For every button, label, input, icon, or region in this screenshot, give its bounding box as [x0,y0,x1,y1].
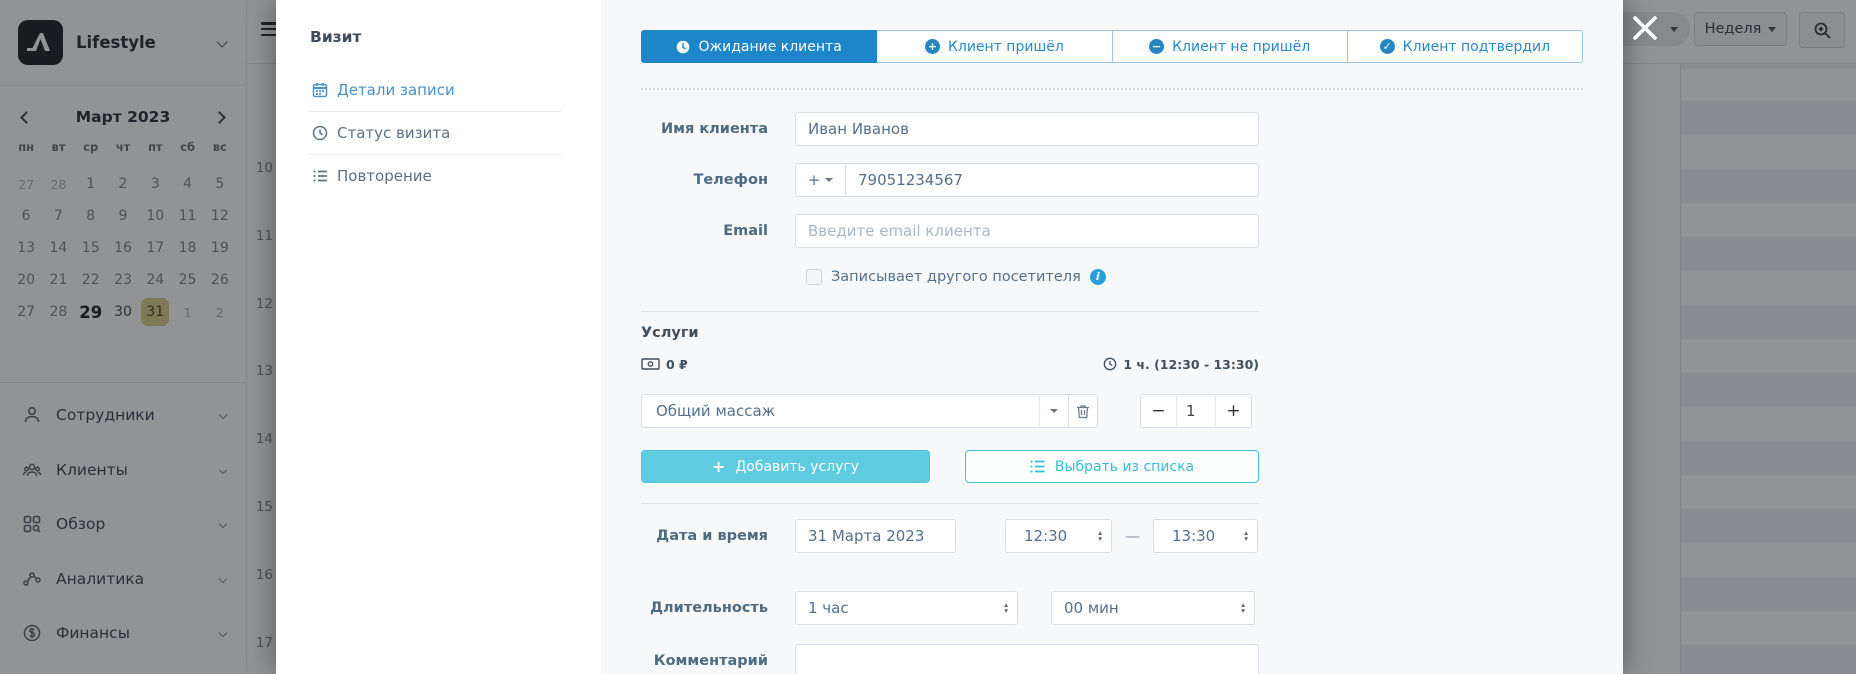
phone-prefix-select[interactable]: + [796,164,846,196]
plus-icon: + [712,457,725,476]
pick-from-list-button[interactable]: Выбрать из списка [965,450,1259,483]
spinner-arrows-icon: ▴▾ [1244,530,1248,542]
client-name-label: Имя клиента [641,121,768,137]
spinner-arrows-icon: ▴▾ [1241,602,1245,614]
close-icon [1628,11,1662,45]
tab-label: Клиент не пришёл [1172,39,1310,55]
services-time-summary: 1 ч. (12:30 - 13:30) [1103,357,1259,372]
add-service-button[interactable]: + Добавить услугу [641,450,930,483]
datetime-label: Дата и время [641,528,768,544]
plus-circle-icon: + [925,39,940,54]
divider [641,311,1259,312]
banknote-icon [641,358,660,370]
comment-label: Комментарий [641,653,768,669]
duration-hours-value: 1 час [808,599,849,617]
tab-arrived[interactable]: + Клиент пришёл [877,30,1112,63]
comment-textarea[interactable] [795,644,1259,674]
phone-prefix-label: + [808,171,821,189]
service-select[interactable]: Общий массаж [642,395,1039,427]
tab-label: Клиент пришёл [948,39,1064,55]
chevron-down-icon [825,178,833,182]
spinner-arrows-icon: ▴▾ [1098,530,1102,542]
service-select-arrow[interactable] [1039,395,1068,427]
services-heading: Услуги [641,325,1583,345]
list-icon [1030,460,1045,473]
visit-modal: Визит Детали записи Статус визита Повтор… [276,0,1623,674]
phone-label: Телефон [641,172,768,188]
quantity-stepper: − + [1140,394,1252,428]
email-label: Email [641,223,768,239]
duration-hours-select[interactable]: 1 час ▴▾ [795,591,1018,625]
add-service-label: Добавить услугу [735,459,859,475]
pick-from-list-label: Выбрать из списка [1055,459,1194,475]
quantity-decrease-button[interactable]: − [1141,395,1177,427]
phone-input-group: + [795,163,1259,197]
email-input[interactable] [795,214,1259,248]
quantity-input[interactable] [1177,395,1215,427]
nav-item-label: Детали записи [337,81,455,99]
info-icon[interactable]: i [1090,269,1106,285]
visit-status-tabs: Ожидание клиента + Клиент пришёл − Клиен… [641,30,1583,63]
minus-circle-icon: − [1149,39,1164,54]
spinner-arrows-icon: ▴▾ [1004,602,1008,614]
close-modal-button[interactable] [1628,11,1662,45]
list-icon [312,168,328,184]
tab-label: Ожидание клиента [698,39,841,55]
phone-input[interactable] [846,164,1258,196]
delete-service-button[interactable] [1068,395,1097,427]
client-name-input[interactable] [795,112,1259,146]
duration-label: Длительность [641,600,768,616]
app-screen: Lifestyle Март 2023 пнвтсрчтптсбвс 27281… [0,0,1856,674]
visit-nav-panel: Визит Детали записи Статус визита Повтор… [276,0,601,674]
nav-item-record-details[interactable]: Детали записи [276,69,601,111]
quantity-increase-button[interactable]: + [1215,395,1251,427]
check-circle-icon: ✓ [1380,39,1395,54]
other-visitor-label: Записывает другого посетителя [831,269,1081,285]
dotted-divider [641,88,1583,90]
end-time-value: 13:30 [1172,527,1215,545]
start-time-value: 12:30 [1024,527,1067,545]
clock-icon [1103,357,1117,371]
divider [641,503,1259,504]
tab-no-show[interactable]: − Клиент не пришёл [1113,30,1348,63]
clock-icon [312,125,328,141]
end-time-select[interactable]: 13:30 ▴▾ [1153,519,1258,553]
time-range-dash: — [1112,527,1153,545]
duration-minutes-select[interactable]: 00 мин ▴▾ [1051,591,1255,625]
calendar-icon [312,82,328,98]
tab-confirmed[interactable]: ✓ Клиент подтвердил [1348,30,1583,63]
start-time-select[interactable]: 12:30 ▴▾ [1005,519,1112,553]
trash-icon [1076,404,1090,419]
tab-label: Клиент подтвердил [1403,39,1550,55]
nav-item-repeat[interactable]: Повторение [276,155,601,197]
date-input[interactable] [795,519,956,553]
chevron-down-icon [1050,409,1058,413]
record-details-form: Ожидание клиента + Клиент пришёл − Клиен… [601,0,1623,674]
tab-waiting[interactable]: Ожидание клиента [641,30,877,63]
service-select-group: Общий массаж [641,394,1098,428]
modal-title: Визит [310,28,601,46]
nav-item-label: Статус визита [337,124,450,142]
nav-item-label: Повторение [337,167,432,185]
services-total-price: 0 ₽ [641,357,688,372]
other-visitor-checkbox[interactable] [806,269,822,285]
duration-minutes-value: 00 мин [1064,599,1119,617]
nav-item-visit-status[interactable]: Статус визита [276,112,601,154]
clock-icon [676,40,690,54]
